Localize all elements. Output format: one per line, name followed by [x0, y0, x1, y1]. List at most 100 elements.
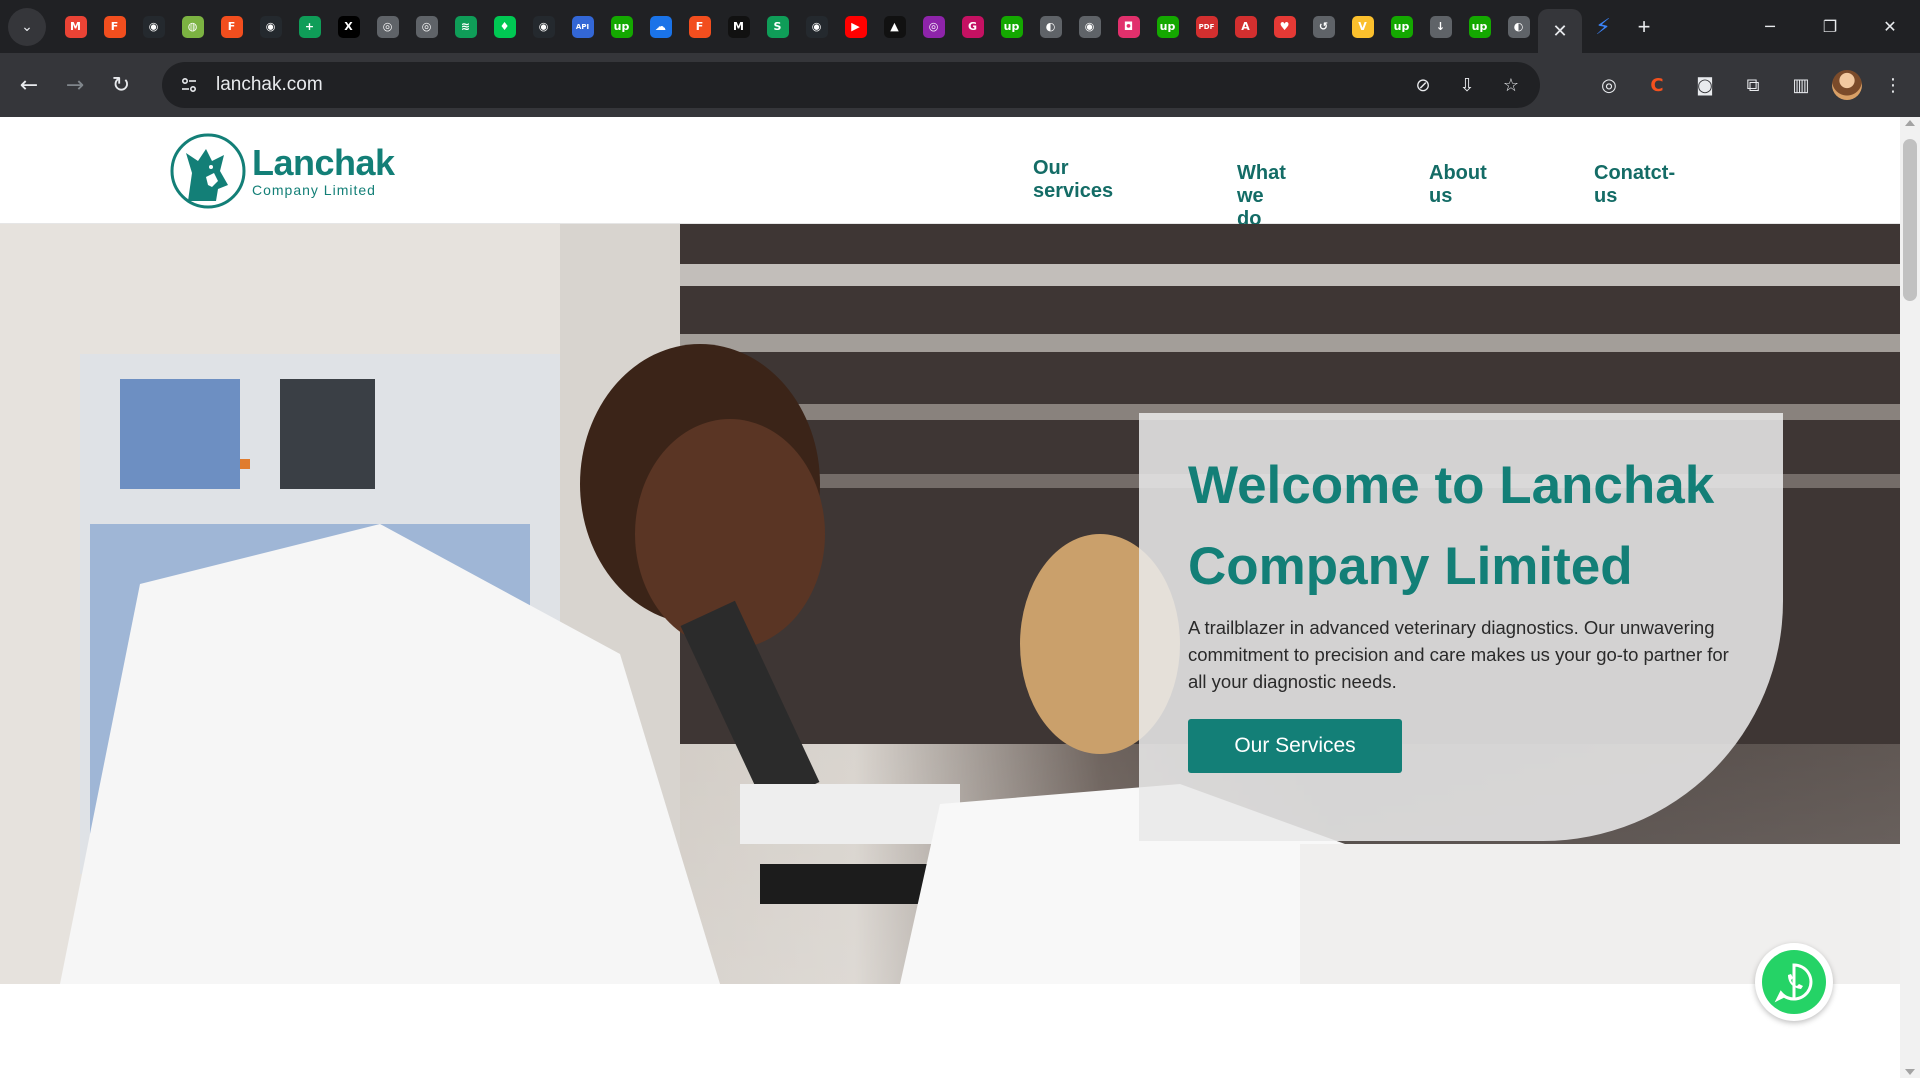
browser-tab[interactable]: ◉ — [797, 0, 836, 53]
tab-strip: ⌄ M F ◉ ◍ F ◉ + X ◎ ◎ ≋ ♦ ◉ API up ☁ F M S ◉ ▶ ▲ ◎ Gup ◐ ◉ ◘ up PDF A… — [0, 0, 1920, 53]
nav-link-about-us[interactable]: About us — [1429, 162, 1487, 208]
browser-tab[interactable]: up — [602, 0, 641, 53]
logo-name: Lanchak — [252, 142, 395, 183]
nav-link-what-we-do[interactable]: What we do — [1237, 162, 1286, 231]
github-icon: ◉ — [805, 15, 828, 38]
extension-camera-button[interactable]: ◙ — [1688, 68, 1722, 102]
browser-tab[interactable]: ◉ — [524, 0, 563, 53]
upwork-icon: up — [610, 15, 633, 38]
dog-logo-icon — [170, 133, 246, 209]
github-icon: ◉ — [142, 15, 165, 38]
menu-button[interactable]: ⋮ — [1876, 68, 1910, 102]
browser-tab[interactable]: ↓ — [1421, 0, 1460, 53]
browser-tab[interactable]: ◍ — [173, 0, 212, 53]
url-text[interactable]: lanchak.com — [216, 74, 323, 96]
extension-c-button[interactable]: C — [1640, 68, 1674, 102]
nav-link-our-services[interactable]: Our services — [1033, 157, 1113, 203]
camera-icon: ◙ — [1696, 74, 1714, 96]
page-scrollbar[interactable] — [1900, 117, 1920, 1078]
browser-tab[interactable]: V — [1343, 0, 1382, 53]
our-services-button[interactable]: Our Services — [1188, 719, 1402, 773]
hero-section: Welcome to Lanchak Company Limited A tra… — [0, 224, 1900, 984]
browser-tab[interactable]: API — [563, 0, 602, 53]
globe-icon: ◐ — [1507, 15, 1530, 38]
tune-icon — [181, 77, 197, 93]
extensions-button[interactable]: ⧉ — [1736, 68, 1770, 102]
active-tab[interactable]: ✕ — [1538, 9, 1582, 53]
browser-tab[interactable]: ◉ — [1070, 0, 1109, 53]
browser-tab[interactable]: ◉ — [251, 0, 290, 53]
install-app-button[interactable]: ⇩ — [1450, 68, 1484, 102]
browser-tab[interactable]: ♦ — [485, 0, 524, 53]
browser-tab[interactable]: S — [758, 0, 797, 53]
browser-tab[interactable]: up — [1148, 0, 1187, 53]
browser-tab[interactable]: PDF — [1187, 0, 1226, 53]
forward-button[interactable]: → — [52, 62, 98, 108]
browser-tab[interactable]: up — [992, 0, 1031, 53]
pdf-icon: PDF — [1195, 15, 1218, 38]
browser-tab[interactable]: M — [56, 0, 95, 53]
browser-tab[interactable]: ◎ — [368, 0, 407, 53]
restore-button[interactable]: ❐ — [1800, 0, 1860, 53]
browser-tab[interactable]: M — [719, 0, 758, 53]
reload-button[interactable]: ↻ — [98, 62, 144, 108]
bookmark-button[interactable]: ☆ — [1494, 68, 1528, 102]
lightning-icon: ⚡ — [1595, 13, 1611, 39]
browser-tab[interactable]: ▲ — [875, 0, 914, 53]
restore-icon: ❐ — [1822, 17, 1838, 36]
side-panel-button[interactable]: ▥ — [1784, 68, 1818, 102]
extension-target-button[interactable]: ◎ — [1592, 68, 1626, 102]
browser-tab[interactable]: ◎ — [407, 0, 446, 53]
scroll-down-arrow[interactable] — [1905, 1069, 1915, 1075]
browser-tab[interactable]: ◐ — [1031, 0, 1070, 53]
x-icon: X — [337, 15, 360, 38]
chrome-icon: ◉ — [1078, 15, 1101, 38]
browser-tab[interactable]: up — [1460, 0, 1499, 53]
browser-tab[interactable]: ◐ — [1499, 0, 1538, 53]
whatsapp-chat-button[interactable] — [1755, 943, 1833, 1021]
chevron-down-icon: ⌄ — [21, 18, 33, 34]
tab-search-button[interactable]: ⌄ — [8, 7, 46, 46]
tracking-protection-button[interactable]: ⊘ — [1406, 68, 1440, 102]
acrobat-icon: A — [1234, 15, 1257, 38]
new-tab-button[interactable]: + — [1624, 14, 1664, 40]
app-icon: ◎ — [376, 15, 399, 38]
browser-tab[interactable]: ◎ — [914, 0, 953, 53]
tab-extension[interactable]: ⚡ — [1582, 0, 1624, 53]
browser-tab[interactable]: F — [680, 0, 719, 53]
browser-tab[interactable]: ♥ — [1265, 0, 1304, 53]
browser-tab[interactable]: + — [290, 0, 329, 53]
address-bar[interactable]: lanchak.com ⊘ ⇩ ☆ — [162, 62, 1540, 108]
heart-icon: ♥ — [1273, 15, 1296, 38]
browser-tab[interactable]: ≋ — [446, 0, 485, 53]
browser-tab[interactable]: ▶ — [836, 0, 875, 53]
nav-link-contact-us[interactable]: Conatct-us — [1594, 162, 1675, 208]
browser-tab[interactable]: A — [1226, 0, 1265, 53]
browser-tab[interactable]: F — [95, 0, 134, 53]
github-icon: ◉ — [532, 15, 555, 38]
sheets-icon: + — [298, 15, 321, 38]
browser-tab[interactable]: ◘ — [1109, 0, 1148, 53]
scroll-up-arrow[interactable] — [1905, 120, 1915, 126]
profile-avatar[interactable] — [1832, 70, 1862, 100]
browser-tab[interactable]: F — [212, 0, 251, 53]
browser-tab[interactable]: ◉ — [134, 0, 173, 53]
browser-tab[interactable]: ↺ — [1304, 0, 1343, 53]
scroll-thumb[interactable] — [1903, 139, 1917, 301]
browser-tab[interactable]: ☁ — [641, 0, 680, 53]
browser-tab[interactable]: G — [953, 0, 992, 53]
puzzle-icon: ⧉ — [1746, 74, 1760, 96]
upwork-icon: up — [1156, 15, 1179, 38]
minimize-button[interactable]: ─ — [1740, 0, 1800, 53]
minimize-icon: ─ — [1765, 17, 1775, 36]
site-info-button[interactable] — [174, 70, 204, 100]
back-button[interactable]: ← — [6, 62, 52, 108]
site-logo[interactable]: Lanchak Company Limited — [166, 131, 395, 211]
close-icon[interactable]: ✕ — [1552, 21, 1567, 42]
hero-title: Welcome to Lanchak Company Limited — [1188, 456, 1715, 596]
browser-tab[interactable]: X — [329, 0, 368, 53]
close-window-button[interactable]: ✕ — [1860, 0, 1920, 53]
youtube-icon: ▶ — [844, 15, 867, 38]
browser-tab[interactable]: up — [1382, 0, 1421, 53]
history-icon: ↺ — [1312, 15, 1335, 38]
